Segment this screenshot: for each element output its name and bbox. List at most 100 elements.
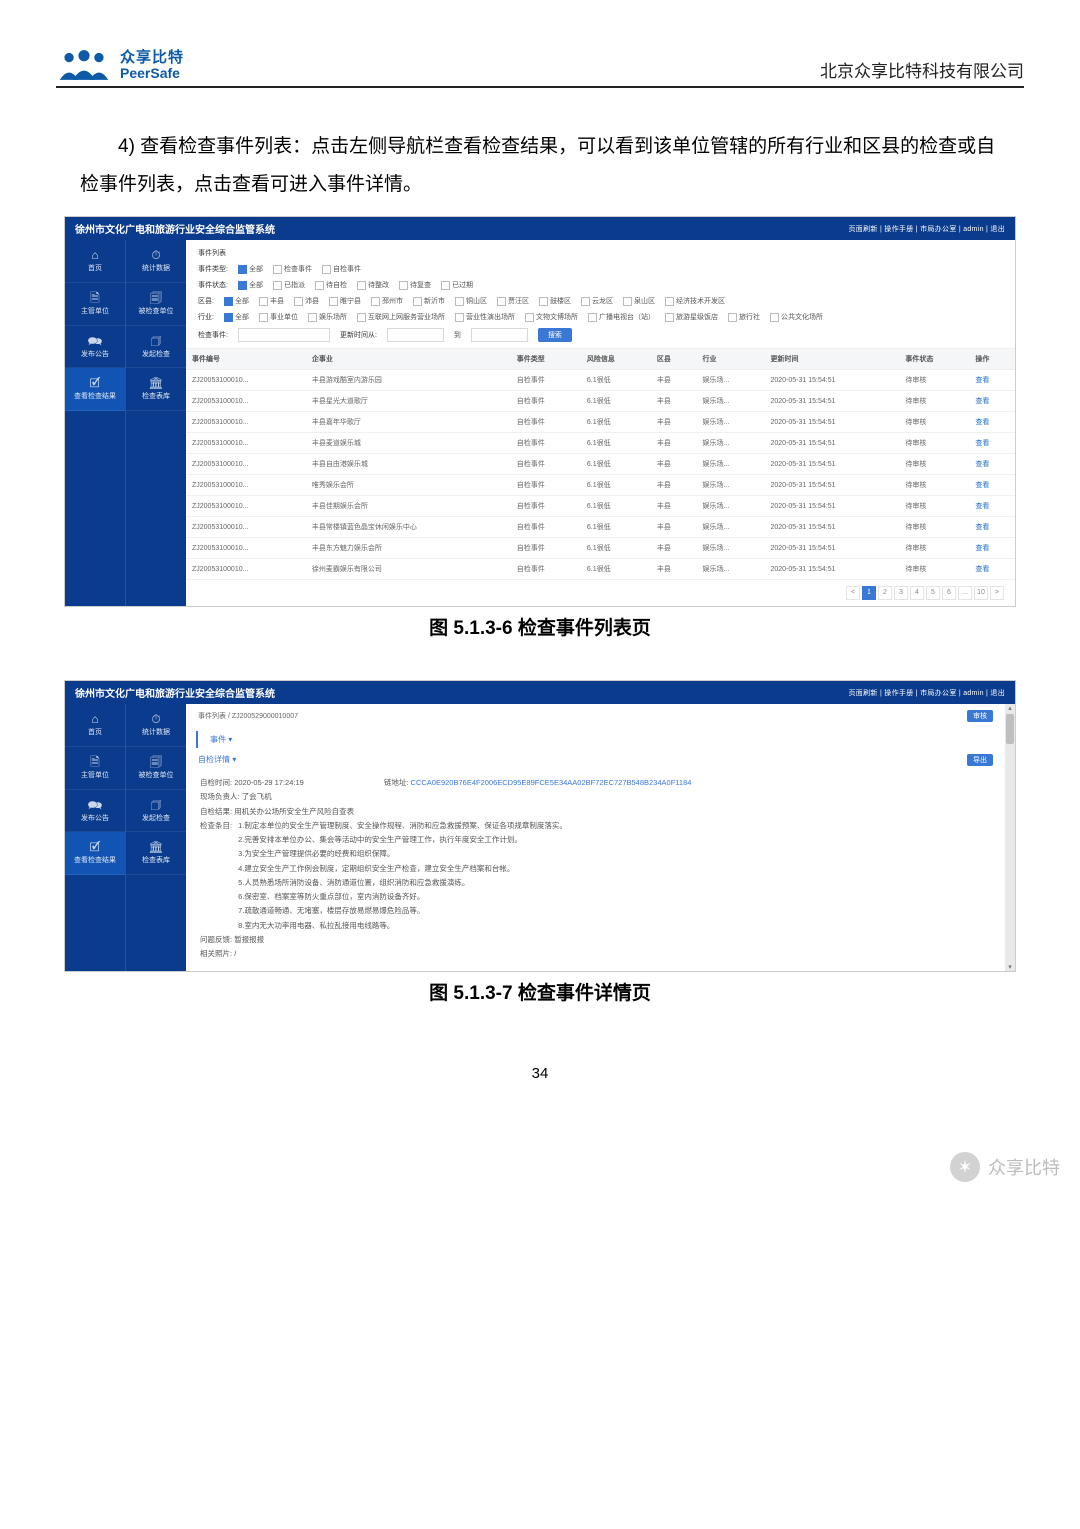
view-link[interactable]: 查看	[975, 461, 989, 468]
view-link[interactable]: 查看	[975, 440, 989, 447]
nav-发起检查[interactable]: 🗇发起检查	[126, 326, 186, 369]
date-label: 更新时间从:	[340, 330, 377, 340]
filter-option[interactable]: 公共文化场所	[770, 312, 823, 322]
view-link[interactable]: 查看	[975, 503, 989, 510]
view-link[interactable]: 查看	[975, 545, 989, 552]
filter-option[interactable]: 鼓楼区	[539, 296, 571, 306]
page-6[interactable]: 6	[942, 586, 956, 600]
filter-option[interactable]: 广播电视台（站）	[588, 312, 655, 322]
section-selfcheck[interactable]: 自检详情 ▾	[198, 751, 248, 768]
nav-发布公告[interactable]: 🗪发布公告	[65, 326, 125, 369]
chain-hash[interactable]: CCCA0E920B76E4F2006ECD95E89FCE5E34AA02BF…	[411, 778, 692, 787]
page-10[interactable]: 10	[974, 586, 988, 600]
page-2[interactable]: 2	[878, 586, 892, 600]
top-right-links[interactable]: 页面刷新 | 操作手册 | 市局办公室 | admin | 退出	[849, 224, 1006, 234]
pager[interactable]: <123456...10>	[186, 580, 1015, 606]
app-title: 徐州市文化广电和旅游行业安全综合监管系统	[75, 221, 275, 236]
wechat-icon: ✶	[950, 1152, 980, 1182]
nav-被检查单位[interactable]: 🗐被检查单位	[126, 283, 186, 326]
check-item: 4.建立安全生产工作例会制度，定期组织安全生产检查，建立安全生产档案和台帐。	[238, 862, 567, 876]
filter-option[interactable]: 已指派	[273, 280, 305, 290]
logo-mark-icon	[56, 48, 112, 82]
section-event[interactable]: 事件 ▾	[196, 731, 1005, 748]
nav-查看检查结果[interactable]: 🗹查看检查结果	[65, 832, 125, 875]
view-link[interactable]: 查看	[975, 482, 989, 489]
nav-发布公告[interactable]: 🗪发布公告	[65, 790, 125, 833]
nav-icon: 🗎	[67, 291, 123, 306]
view-link[interactable]: 查看	[975, 566, 989, 573]
nav-统计数据[interactable]: ⏱统计数据	[126, 240, 186, 283]
filter-option[interactable]: 沛县	[294, 296, 319, 306]
filter-option[interactable]: 待整改	[357, 280, 389, 290]
filter-option[interactable]: 娱乐场所	[308, 312, 347, 322]
filter-option[interactable]: 全部	[224, 296, 249, 306]
filter-option[interactable]: 经济技术开发区	[665, 296, 725, 306]
events-table: 事件编号企事业事件类型风险信息区县行业更新时间事件状态操作 ZJ20053100…	[186, 348, 1015, 580]
filter-option[interactable]: 铜山区	[455, 296, 487, 306]
nav-查看检查结果[interactable]: 🗹查看检查结果	[65, 368, 125, 411]
filter-option[interactable]: 营业性演出场所	[455, 312, 515, 322]
filter-option[interactable]: 新沂市	[413, 296, 445, 306]
table-row: ZJ20053100010...徐州麦霸娱乐有限公司自检事件6.1很低丰县娱乐场…	[186, 559, 1015, 580]
view-link[interactable]: 查看	[975, 398, 989, 405]
filter-option[interactable]: 事业单位	[259, 312, 298, 322]
page-5[interactable]: 5	[926, 586, 940, 600]
table-row: ZJ20053100010...丰县嘉年华歌厅自检事件6.1很低丰县娱乐场...…	[186, 412, 1015, 433]
table-row: ZJ20053100010...丰县星光大道歌厅自检事件6.1很低丰县娱乐场..…	[186, 391, 1015, 412]
nav-被检查单位[interactable]: 🗐被检查单位	[126, 747, 186, 790]
view-link[interactable]: 查看	[975, 377, 989, 384]
filter-option[interactable]: 互联网上网服务营业场所	[357, 312, 445, 322]
top-right-links-2[interactable]: 页面刷新 | 操作手册 | 市局办公室 | admin | 退出	[849, 688, 1006, 698]
filter-option[interactable]: 全部	[238, 264, 263, 274]
search-button[interactable]: 搜索	[538, 328, 572, 342]
export-button[interactable]: 导出	[967, 754, 993, 766]
check-item: 7.疏散通道畅通、无堵塞，楼层存放易燃易爆危险品等。	[238, 904, 567, 918]
filter-option[interactable]: 文物文博场所	[525, 312, 578, 322]
filter-option[interactable]: 待自检	[315, 280, 347, 290]
audit-button[interactable]: 审核	[967, 710, 993, 722]
filter-option[interactable]: 邳州市	[371, 296, 403, 306]
nav-检查表库[interactable]: 🏛检查表库	[126, 368, 186, 411]
filter-option[interactable]: 丰县	[259, 296, 284, 306]
page-...[interactable]: ...	[958, 586, 972, 600]
filter-option[interactable]: 待复查	[399, 280, 431, 290]
scrollbar[interactable]: ▴ ▾	[1005, 704, 1015, 971]
nav-发起检查[interactable]: 🗇发起检查	[126, 790, 186, 833]
page->[interactable]: >	[990, 586, 1004, 600]
filter-option[interactable]: 旅游星级饭店	[665, 312, 718, 322]
filter-option[interactable]: 睢宁县	[329, 296, 361, 306]
page-3[interactable]: 3	[894, 586, 908, 600]
filter-option[interactable]: 全部	[238, 280, 263, 290]
table-row: ZJ20053100010...丰县游戏酷室内游乐园自检事件6.1很低丰县娱乐场…	[186, 370, 1015, 391]
check-item: 6.保密室、档案室等防火重点部位，室内消防设备齐好。	[238, 890, 567, 904]
date-to-input[interactable]	[471, 328, 528, 342]
nav-icon: 🗹	[67, 376, 123, 391]
nav-首页[interactable]: ⌂首页	[65, 240, 125, 283]
filter-option[interactable]: 检查事件	[273, 264, 312, 274]
filter-option[interactable]: 自检事件	[322, 264, 361, 274]
view-link[interactable]: 查看	[975, 419, 989, 426]
filter-option[interactable]: 贾汪区	[497, 296, 529, 306]
nav-主管单位[interactable]: 🗎主管单位	[65, 747, 125, 790]
filter-option[interactable]: 全部	[224, 312, 249, 322]
view-link[interactable]: 查看	[975, 524, 989, 531]
nav-检查表库[interactable]: 🏛检查表库	[126, 832, 186, 875]
scroll-thumb[interactable]	[1006, 714, 1014, 744]
search-input[interactable]	[238, 328, 330, 342]
filter-panel-title: 事件列表	[198, 248, 1003, 258]
nav-统计数据[interactable]: ⏱统计数据	[126, 704, 186, 747]
filter-option[interactable]: 已过期	[441, 280, 473, 290]
nav-icon: 🗪	[67, 334, 123, 349]
filter-option[interactable]: 泉山区	[623, 296, 655, 306]
nav-首页[interactable]: ⌂首页	[65, 704, 125, 747]
breadcrumb[interactable]: 事件列表 / ZJ200529000010007	[198, 711, 298, 721]
scroll-up-icon[interactable]: ▴	[1008, 704, 1012, 712]
page-4[interactable]: 4	[910, 586, 924, 600]
nav-主管单位[interactable]: 🗎主管单位	[65, 283, 125, 326]
date-from-input[interactable]	[387, 328, 444, 342]
nav-icon: ⌂	[67, 712, 123, 727]
filter-option[interactable]: 旅行社	[728, 312, 760, 322]
page-1[interactable]: 1	[862, 586, 876, 600]
scroll-down-icon[interactable]: ▾	[1008, 963, 1012, 971]
filter-option[interactable]: 云龙区	[581, 296, 613, 306]
